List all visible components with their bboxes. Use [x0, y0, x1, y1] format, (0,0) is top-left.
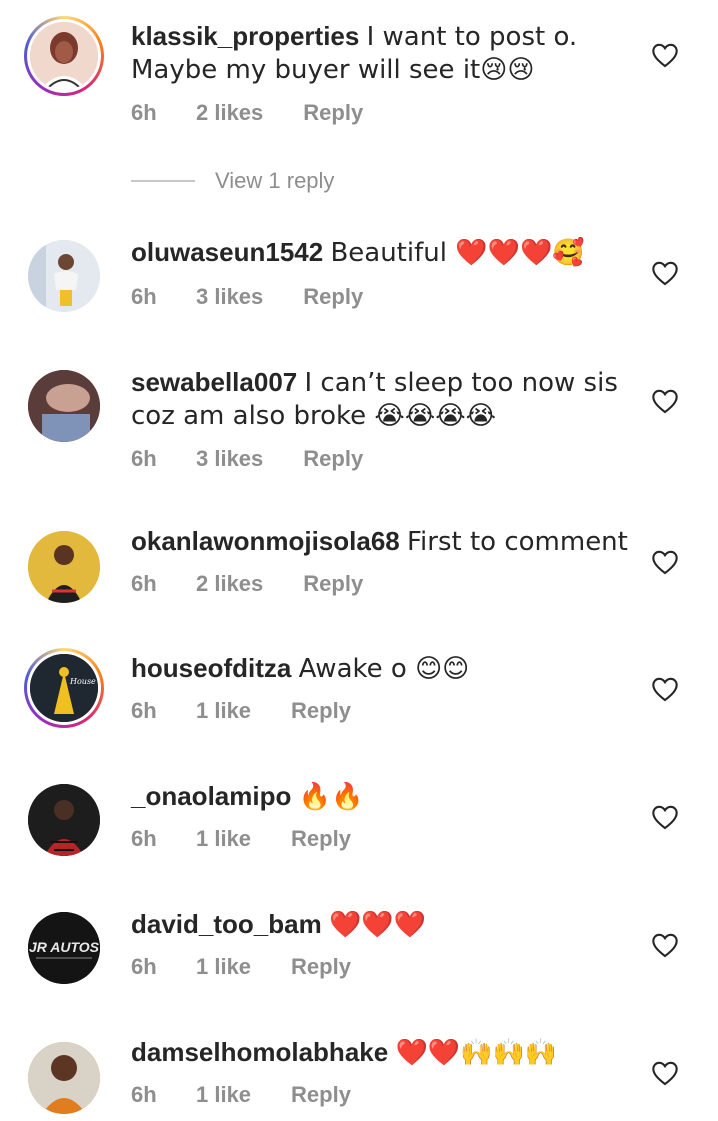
timestamp: 6h: [131, 698, 157, 723]
reply-button[interactable]: Reply: [303, 284, 363, 310]
comment-text: david_too_bam ❤️❤️❤️: [131, 908, 651, 941]
avatar[interactable]: [24, 236, 104, 316]
comment-body: 🔥🔥: [298, 782, 364, 812]
brand-logo-text: JR AUTOS: [29, 939, 100, 955]
heart-icon[interactable]: [651, 388, 679, 414]
avatar[interactable]: [24, 16, 104, 96]
username-link[interactable]: houseofditza: [131, 653, 291, 683]
comment-meta: 6h 2 likes Reply: [131, 571, 363, 597]
heart-icon[interactable]: [651, 804, 679, 830]
comment-meta: 6h 3 likes Reply: [131, 284, 363, 310]
avatar[interactable]: [24, 1038, 104, 1118]
timestamp: 6h: [131, 954, 157, 979]
likes-count[interactable]: 2 likes: [196, 100, 263, 126]
reply-button[interactable]: Reply: [291, 954, 351, 980]
comment-text: _onaolamipo 🔥🔥: [131, 780, 651, 813]
likes-count[interactable]: 1 like: [196, 826, 251, 852]
heart-icon[interactable]: [651, 549, 679, 575]
avatar[interactable]: [24, 780, 104, 860]
comment-text: okanlawonmojisola68 First to comment: [131, 525, 651, 558]
likes-count[interactable]: 3 likes: [196, 284, 263, 310]
brand-logo-text: House of Ditza: [69, 677, 98, 686]
reply-button[interactable]: Reply: [291, 1082, 351, 1108]
comment-text: klassik_properties I want to post o. May…: [131, 20, 651, 86]
timestamp: 6h: [131, 100, 157, 125]
reply-button[interactable]: Reply: [303, 100, 363, 126]
timestamp: 6h: [131, 571, 157, 596]
reply-button[interactable]: Reply: [291, 698, 351, 724]
avatar[interactable]: JR AUTOS: [24, 908, 104, 988]
comment-text: houseofditza Awake o 😊😊: [131, 652, 651, 685]
avatar[interactable]: [24, 527, 104, 607]
comment-body: Awake o 😊😊: [298, 654, 470, 684]
reply-button[interactable]: Reply: [291, 826, 351, 852]
username-link[interactable]: sewabella007: [131, 367, 297, 397]
comment-body: ❤️❤️❤️: [328, 910, 427, 940]
heart-icon[interactable]: [651, 260, 679, 286]
comment-text: damselhomolabhake ❤️❤️🙌🙌🙌: [131, 1036, 651, 1069]
username-link[interactable]: klassik_properties: [131, 21, 359, 51]
comment-body: Beautiful ❤️❤️❤️🥰: [330, 238, 585, 268]
profile-photo: [28, 784, 100, 856]
profile-photo: [28, 531, 100, 603]
reply-button[interactable]: Reply: [303, 446, 363, 472]
profile-photo: JR AUTOS: [28, 912, 100, 984]
reply-button[interactable]: Reply: [303, 571, 363, 597]
likes-count[interactable]: 1 like: [196, 954, 251, 980]
heart-icon[interactable]: [651, 676, 679, 702]
username-link[interactable]: oluwaseun1542: [131, 237, 323, 267]
comment-meta: 6h 3 likes Reply: [131, 446, 363, 472]
view-replies-label: View 1 reply: [215, 168, 335, 193]
heart-icon[interactable]: [651, 932, 679, 958]
comment-meta: 6h 1 like Reply: [131, 954, 351, 980]
timestamp: 6h: [131, 284, 157, 309]
profile-photo: [28, 1042, 100, 1114]
comment-meta: 6h 2 likes Reply: [131, 100, 363, 126]
profile-photo: House of Ditza: [30, 654, 98, 722]
view-replies-button[interactable]: View 1 reply: [131, 168, 334, 194]
comment-meta: 6h 1 like Reply: [131, 826, 351, 852]
avatar[interactable]: [24, 366, 104, 446]
timestamp: 6h: [131, 826, 157, 851]
comment-text: sewabella007 I can’t sleep too now sis c…: [131, 366, 651, 432]
timestamp: 6h: [131, 446, 157, 471]
username-link[interactable]: damselhomolabhake: [131, 1037, 388, 1067]
comment-body: First to comment: [406, 527, 628, 557]
profile-photo: [28, 240, 100, 312]
reply-divider-line: [131, 180, 195, 182]
likes-count[interactable]: 1 like: [196, 698, 251, 724]
username-link[interactable]: okanlawonmojisola68: [131, 526, 400, 556]
avatar[interactable]: House of Ditza: [24, 648, 104, 728]
profile-photo: [30, 22, 98, 90]
username-link[interactable]: david_too_bam: [131, 909, 322, 939]
comment-text: oluwaseun1542 Beautiful ❤️❤️❤️🥰: [131, 236, 651, 269]
timestamp: 6h: [131, 1082, 157, 1107]
likes-count[interactable]: 2 likes: [196, 571, 263, 597]
comment-body: ❤️❤️🙌🙌🙌: [395, 1038, 558, 1068]
comment-meta: 6h 1 like Reply: [131, 698, 351, 724]
heart-icon[interactable]: [651, 42, 679, 68]
likes-count[interactable]: 1 like: [196, 1082, 251, 1108]
heart-icon[interactable]: [651, 1060, 679, 1086]
comment-meta: 6h 1 like Reply: [131, 1082, 351, 1108]
username-link[interactable]: _onaolamipo: [131, 781, 291, 811]
likes-count[interactable]: 3 likes: [196, 446, 263, 472]
profile-photo: [28, 370, 100, 442]
